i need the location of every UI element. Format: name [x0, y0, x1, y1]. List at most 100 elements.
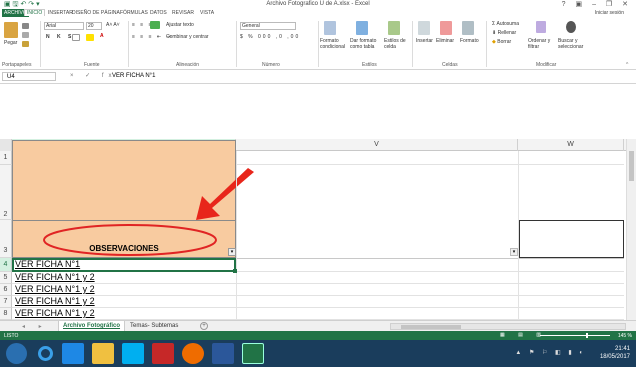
fill-button[interactable]: ⬇ Rellenar [492, 30, 516, 36]
borders-icon[interactable] [72, 34, 80, 41]
paste-label: Pegar [4, 40, 18, 46]
sheet-tab-archivo[interactable]: Archivo Fotográfico [58, 321, 126, 331]
cell-styles-icon[interactable] [388, 21, 400, 35]
scrollbar-thumb[interactable] [629, 151, 634, 181]
insert-cells-label[interactable]: Insertar [416, 38, 433, 44]
ie-icon[interactable] [34, 343, 56, 364]
tab-review[interactable]: REVISAR [172, 10, 194, 16]
cut-icon[interactable] [22, 23, 29, 29]
format-cells-label[interactable]: Formato [460, 38, 479, 44]
merge-center-button[interactable]: Combinar y centrar [166, 34, 209, 40]
autosum-button[interactable]: Σ Autosuma [492, 21, 519, 27]
row-header-5[interactable]: 5 [0, 272, 12, 284]
grid-row [12, 308, 624, 320]
number-format-icons[interactable]: $ % 000 ,0 ,00 [240, 34, 300, 40]
orientation-icon[interactable] [150, 21, 160, 29]
group-number: Número [262, 62, 280, 68]
cell-u7[interactable]: VER FICHA N°1 y 2 [15, 296, 95, 306]
cell-u8[interactable]: VER FICHA N°1 y 2 [15, 308, 95, 318]
window-controls[interactable]: ? ▣ – ❐ ✕ [562, 0, 632, 8]
column-header-w[interactable]: W [518, 139, 624, 151]
red-ellipse-annotation [43, 224, 217, 256]
find-select-icon[interactable] [566, 21, 576, 33]
delete-cells-icon[interactable] [440, 21, 452, 35]
font-size-box[interactable]: 20 [86, 22, 102, 30]
clear-label: Borrar [497, 39, 512, 45]
cell-u4[interactable]: VER FICHA N°1 [15, 259, 80, 269]
delete-cells-label[interactable]: Eliminar [436, 38, 454, 44]
w-bordered-cell[interactable] [519, 220, 624, 258]
insert-cells-icon[interactable] [418, 21, 430, 35]
cell-u6[interactable]: VER FICHA N°1 y 2 [15, 284, 95, 294]
sort-filter-label[interactable]: Ordenar y filtrar [528, 38, 558, 50]
skype-icon[interactable] [122, 343, 144, 364]
name-box[interactable]: U4 [2, 72, 56, 81]
zoom-level[interactable]: 145 % [618, 333, 632, 339]
wrap-text-button[interactable]: Ajustar texto [166, 22, 194, 28]
filter-dropdown-button[interactable]: ▾ [228, 248, 236, 256]
sheet-nav-arrows[interactable]: ◂ ▸ [22, 323, 48, 330]
tab-view[interactable]: VISTA [200, 10, 214, 16]
tab-home[interactable]: INICIO [24, 9, 46, 16]
fill-label: Rellenar [497, 30, 517, 36]
word-icon[interactable] [212, 343, 234, 364]
fill-color-icon[interactable] [86, 34, 94, 41]
start-button[interactable] [6, 343, 27, 364]
grow-shrink-font[interactable]: A˄ A˅ [106, 22, 120, 28]
font-name-box[interactable]: Arial [44, 22, 84, 30]
taskbar-clock[interactable]: 21:41 18/05/2017 [600, 345, 630, 361]
conditional-format-icon[interactable] [324, 21, 336, 35]
acrobat-icon[interactable] [152, 343, 174, 364]
zoom-slider-thumb[interactable] [586, 333, 588, 338]
tab-data[interactable]: DATOS [150, 10, 167, 16]
format-cells-icon[interactable] [462, 21, 474, 35]
column-header-v[interactable]: V [236, 139, 518, 151]
formula-input[interactable]: VER FICHA N°1 [112, 73, 155, 79]
row-header-8[interactable]: 8 [0, 308, 12, 320]
vertical-scrollbar[interactable] [626, 139, 636, 320]
scrollbar-thumb[interactable] [401, 325, 461, 329]
group-editing: Modificar [536, 62, 557, 68]
filter-dropdown-button[interactable]: ▾ [510, 248, 518, 256]
format-as-table-icon[interactable] [356, 21, 368, 35]
select-all-corner[interactable] [0, 139, 12, 151]
add-sheet-button[interactable]: + [200, 322, 208, 330]
cell-styles-label[interactable]: Estilos de celda [384, 38, 408, 50]
tab-formulas[interactable]: FÓRMULAS [120, 10, 148, 16]
group-font: Fuente [84, 62, 100, 68]
zoom-slider[interactable] [540, 335, 610, 336]
row-header-1[interactable]: 1 [0, 151, 12, 165]
ribbon: Pegar Portapapeles Arial 20 A˄ A˅ N K S … [0, 18, 636, 70]
row-header-6[interactable]: 6 [0, 284, 12, 296]
paste-icon[interactable] [4, 22, 18, 38]
find-select-label[interactable]: Buscar y seleccionar [558, 38, 592, 50]
media-icon[interactable] [62, 343, 84, 364]
sort-filter-icon[interactable] [536, 21, 546, 33]
tab-insert[interactable]: INSERTAR [48, 10, 73, 16]
signin-link[interactable]: Iniciar sesión [595, 10, 624, 16]
conditional-format-label[interactable]: Formato condicional [320, 38, 346, 50]
row-header-2[interactable]: 2 [0, 165, 12, 220]
excel-icon[interactable] [242, 343, 264, 364]
system-tray-icons[interactable]: ▲ ⚑ ⚐ ◧ ▮ ◐ [515, 349, 586, 356]
copy-icon[interactable] [22, 32, 29, 38]
group-cells: Celdas [442, 62, 458, 68]
row-header-3[interactable]: 3 [0, 220, 12, 258]
horizontal-scrollbar[interactable] [390, 323, 626, 330]
formula-bar-buttons[interactable]: × ✓ fx [70, 72, 117, 79]
font-color-icon[interactable]: A [100, 33, 104, 39]
chrome-icon[interactable] [182, 343, 204, 364]
format-as-table-label[interactable]: Dar formato como tabla [350, 38, 380, 50]
format-painter-icon[interactable] [22, 41, 29, 47]
file-explorer-icon[interactable] [92, 343, 114, 364]
bold-italic-underline[interactable]: N K S [46, 34, 74, 40]
collapse-ribbon-icon[interactable]: ^ [626, 62, 628, 68]
row-header-7[interactable]: 7 [0, 296, 12, 308]
number-format-box[interactable]: General [240, 22, 296, 30]
tab-page-layout[interactable]: DISEÑO DE PÁGINA [72, 10, 120, 16]
row-header-4[interactable]: 4 [0, 258, 12, 272]
clear-button[interactable]: ◆ Borrar [492, 39, 511, 45]
separator [128, 21, 129, 67]
cell-u5[interactable]: VER FICHA N°1 y 2 [15, 272, 95, 282]
sheet-tab-temas[interactable]: Temas- Subtemas [126, 321, 182, 331]
